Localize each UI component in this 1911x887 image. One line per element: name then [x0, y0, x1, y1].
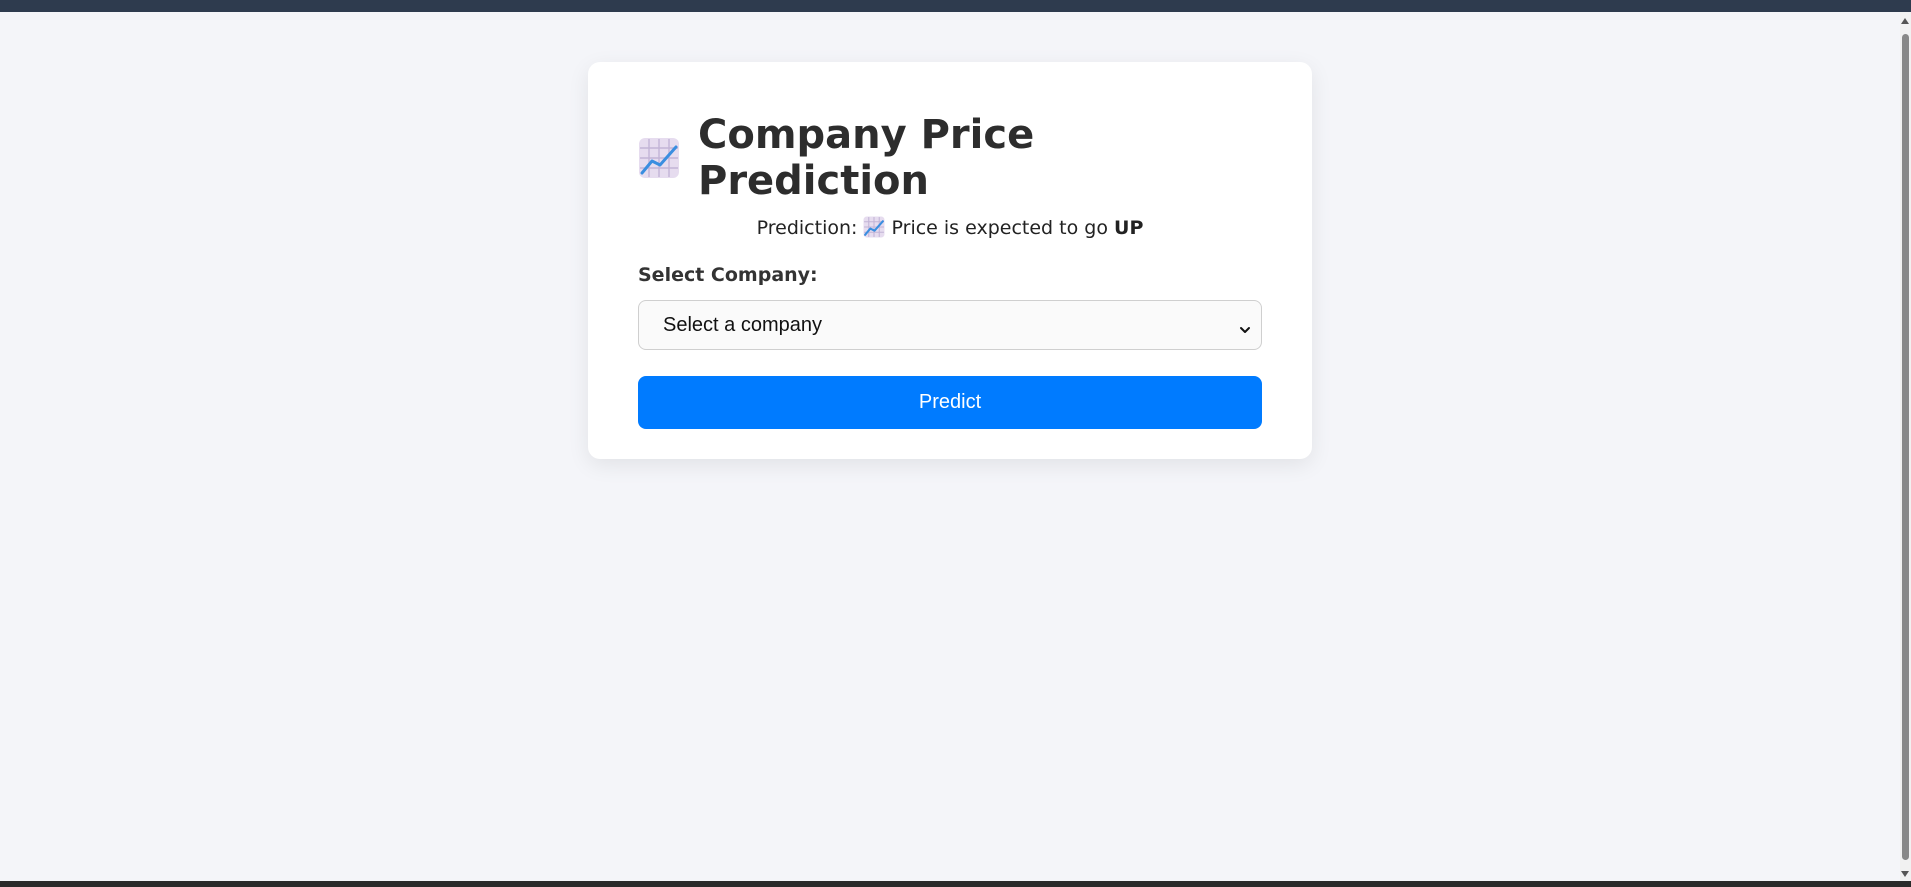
prediction-prefix: Prediction: — [756, 217, 858, 239]
page-title: Company Price Prediction — [638, 112, 1262, 204]
predict-button[interactable]: Predict — [638, 376, 1262, 429]
scroll-down-icon[interactable] — [1901, 871, 1909, 877]
chart-increasing-icon — [638, 137, 680, 179]
company-select-value: Select a company — [663, 313, 822, 336]
browser-top-bar — [0, 0, 1911, 12]
company-select-label: Select Company: — [638, 264, 818, 286]
prediction-direction: UP — [1114, 217, 1144, 239]
chart-increasing-icon — [863, 216, 885, 238]
prediction-card: Company Price Prediction Prediction: Pri… — [588, 62, 1312, 459]
browser-bottom-bar — [0, 881, 1911, 887]
page-title-text: Company Price Prediction — [698, 112, 1035, 204]
scroll-up-icon[interactable] — [1901, 18, 1909, 24]
prediction-message: Price is expected to go — [891, 217, 1108, 239]
prediction-result: Prediction: Price is expected to go UP — [638, 216, 1262, 239]
company-select[interactable]: Select a company — [638, 300, 1262, 350]
page-scrollbar[interactable] — [1900, 12, 1911, 881]
scrollbar-thumb[interactable] — [1902, 34, 1909, 860]
chevron-down-icon — [1239, 319, 1251, 333]
